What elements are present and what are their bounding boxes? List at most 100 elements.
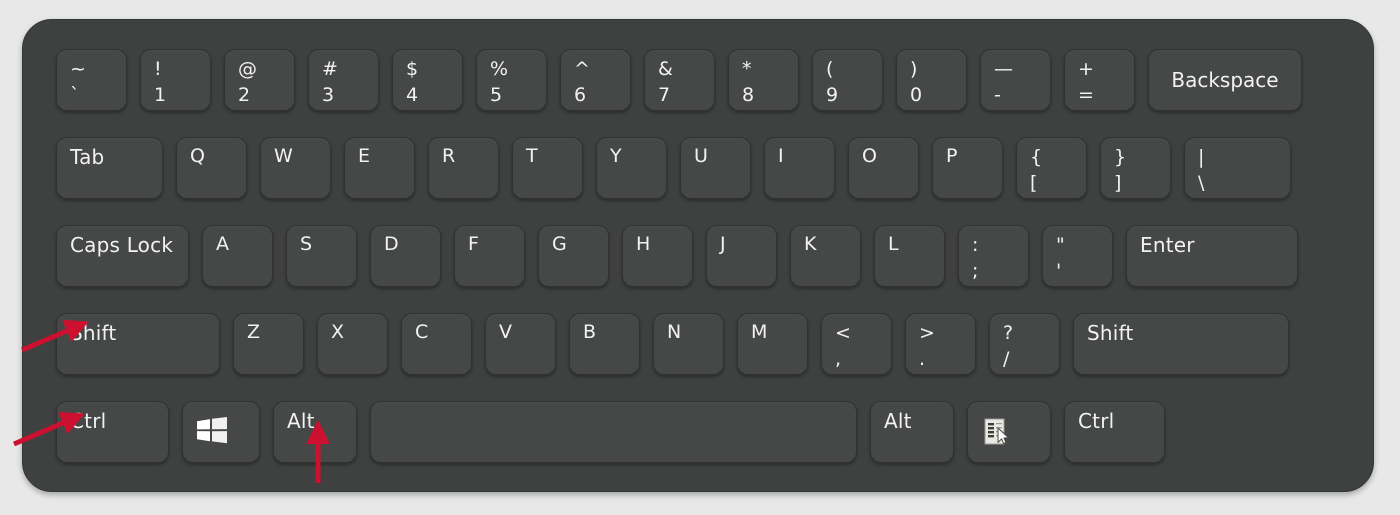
key-legend-shifted: — xyxy=(994,58,1013,80)
key-legend-shifted: & xyxy=(658,58,673,80)
key-legend-shifted: @ xyxy=(238,58,257,80)
key-legend: F xyxy=(468,233,480,255)
key-u[interactable]: U xyxy=(680,137,751,199)
key-y[interactable]: Y xyxy=(596,137,667,199)
key-z[interactable]: Z xyxy=(233,313,304,375)
key-space[interactable] xyxy=(370,401,857,463)
key-ctrl-right[interactable]: Ctrl xyxy=(1064,401,1165,463)
key-d[interactable]: D xyxy=(370,225,441,287)
key-legend-shifted: ( xyxy=(826,58,834,80)
key-legend: S xyxy=(300,233,313,255)
key-s[interactable]: S xyxy=(286,225,357,287)
key-legend-shifted: + xyxy=(1078,58,1094,80)
key-3[interactable]: # 3 xyxy=(308,49,379,111)
key-legend-shifted: ! xyxy=(154,58,162,80)
key-o[interactable]: O xyxy=(848,137,919,199)
key-j[interactable]: J xyxy=(706,225,777,287)
key-v[interactable]: V xyxy=(485,313,556,375)
key-legend-shifted: $ xyxy=(406,58,419,80)
key-shift-right[interactable]: Shift xyxy=(1073,313,1289,375)
key-legend-shifted: # xyxy=(322,58,338,80)
key-enter[interactable]: Enter xyxy=(1126,225,1298,287)
key-quote[interactable]: " ' xyxy=(1042,225,1113,287)
key-shift-left[interactable]: Shift xyxy=(56,313,220,375)
keyboard-row-modifiers: Ctrl Alt Alt Ctrl xyxy=(56,401,1165,463)
context-menu-icon xyxy=(982,417,1014,447)
key-backquote[interactable]: ~ ` xyxy=(56,49,127,111)
key-legend: Ctrl xyxy=(1078,409,1115,433)
key-5[interactable]: % 5 xyxy=(476,49,547,111)
key-6[interactable]: ^ 6 xyxy=(560,49,631,111)
key-caps-lock[interactable]: Caps Lock xyxy=(56,225,189,287)
key-m[interactable]: M xyxy=(737,313,808,375)
key-9[interactable]: ( 9 xyxy=(812,49,883,111)
key-period[interactable]: > . xyxy=(905,313,976,375)
key-legend: Enter xyxy=(1140,233,1195,257)
key-4[interactable]: $ 4 xyxy=(392,49,463,111)
key-legend: Backspace xyxy=(1171,68,1279,92)
keyboard-chassis: ~ ` ! 1 @ 2 # 3 $ 4 % 5 ^ 6 & 7 * 8 (9 … xyxy=(22,19,1374,492)
key-legend-base: 3 xyxy=(322,84,335,106)
key-bracket-right[interactable]: } ] xyxy=(1100,137,1171,199)
key-w[interactable]: W xyxy=(260,137,331,199)
key-legend-shifted: ? xyxy=(1003,322,1014,344)
key-legend: C xyxy=(415,321,429,343)
key-legend: A xyxy=(216,233,230,255)
key-backspace[interactable]: Backspace xyxy=(1148,49,1302,111)
key-legend-shifted: ~ xyxy=(70,58,86,80)
key-legend-shifted: > xyxy=(919,322,935,344)
key-legend: N xyxy=(667,321,682,343)
key-legend-base: / xyxy=(1003,348,1010,370)
key-p[interactable]: P xyxy=(932,137,1003,199)
key-2[interactable]: @ 2 xyxy=(224,49,295,111)
key-legend-base: 9 xyxy=(826,84,839,106)
key-ctrl-left[interactable]: Ctrl xyxy=(56,401,169,463)
key-a[interactable]: A xyxy=(202,225,273,287)
key-alt-left[interactable]: Alt xyxy=(273,401,357,463)
key-e[interactable]: E xyxy=(344,137,415,199)
key-r[interactable]: R xyxy=(428,137,499,199)
key-tab[interactable]: Tab xyxy=(56,137,163,199)
key-legend: L xyxy=(888,233,899,255)
key-i[interactable]: I xyxy=(764,137,835,199)
key-c[interactable]: C xyxy=(401,313,472,375)
keyboard-row-qwerty: Tab Q W E R T Y U I O P {[}] | \ xyxy=(56,137,1291,199)
key-semicolon[interactable]: : ; xyxy=(958,225,1029,287)
key-b[interactable]: B xyxy=(569,313,640,375)
key-g[interactable]: G xyxy=(538,225,609,287)
key-menu[interactable] xyxy=(967,401,1051,463)
key-alt-right[interactable]: Alt xyxy=(870,401,954,463)
key-legend: R xyxy=(442,145,456,167)
key-bracket-left[interactable]: { [ xyxy=(1016,137,1087,199)
key-backslash[interactable]: | \ xyxy=(1184,137,1291,199)
key-comma[interactable]: < , xyxy=(821,313,892,375)
key-l[interactable]: L xyxy=(874,225,945,287)
key-x[interactable]: X xyxy=(317,313,388,375)
key-minus[interactable]: — - xyxy=(980,49,1051,111)
key-legend: M xyxy=(751,321,768,343)
key-equal[interactable]: + = xyxy=(1064,49,1135,111)
key-legend: H xyxy=(636,233,651,255)
key-8[interactable]: * 8 xyxy=(728,49,799,111)
keyboard-row-numbers: ~ ` ! 1 @ 2 # 3 $ 4 % 5 ^ 6 & 7 * 8 (9 … xyxy=(56,49,1302,111)
key-k[interactable]: K xyxy=(790,225,861,287)
key-legend-base: 4 xyxy=(406,84,419,106)
key-legend-shifted: % xyxy=(490,58,509,80)
key-0[interactable]: ) 0 xyxy=(896,49,967,111)
key-legend: Alt xyxy=(884,409,912,433)
key-legend: W xyxy=(274,145,293,167)
key-legend: D xyxy=(384,233,399,255)
key-f[interactable]: F xyxy=(454,225,525,287)
key-legend-base: . xyxy=(919,348,926,370)
key-q[interactable]: Q xyxy=(176,137,247,199)
key-h[interactable]: H xyxy=(622,225,693,287)
key-slash[interactable]: ? / xyxy=(989,313,1060,375)
key-n[interactable]: N xyxy=(653,313,724,375)
key-legend-shifted: " xyxy=(1056,234,1065,256)
key-7[interactable]: & 7 xyxy=(644,49,715,111)
key-legend: B xyxy=(583,321,597,343)
key-1[interactable]: ! 1 xyxy=(140,49,211,111)
key-windows[interactable] xyxy=(182,401,260,463)
key-legend: I xyxy=(778,145,784,167)
key-t[interactable]: T xyxy=(512,137,583,199)
